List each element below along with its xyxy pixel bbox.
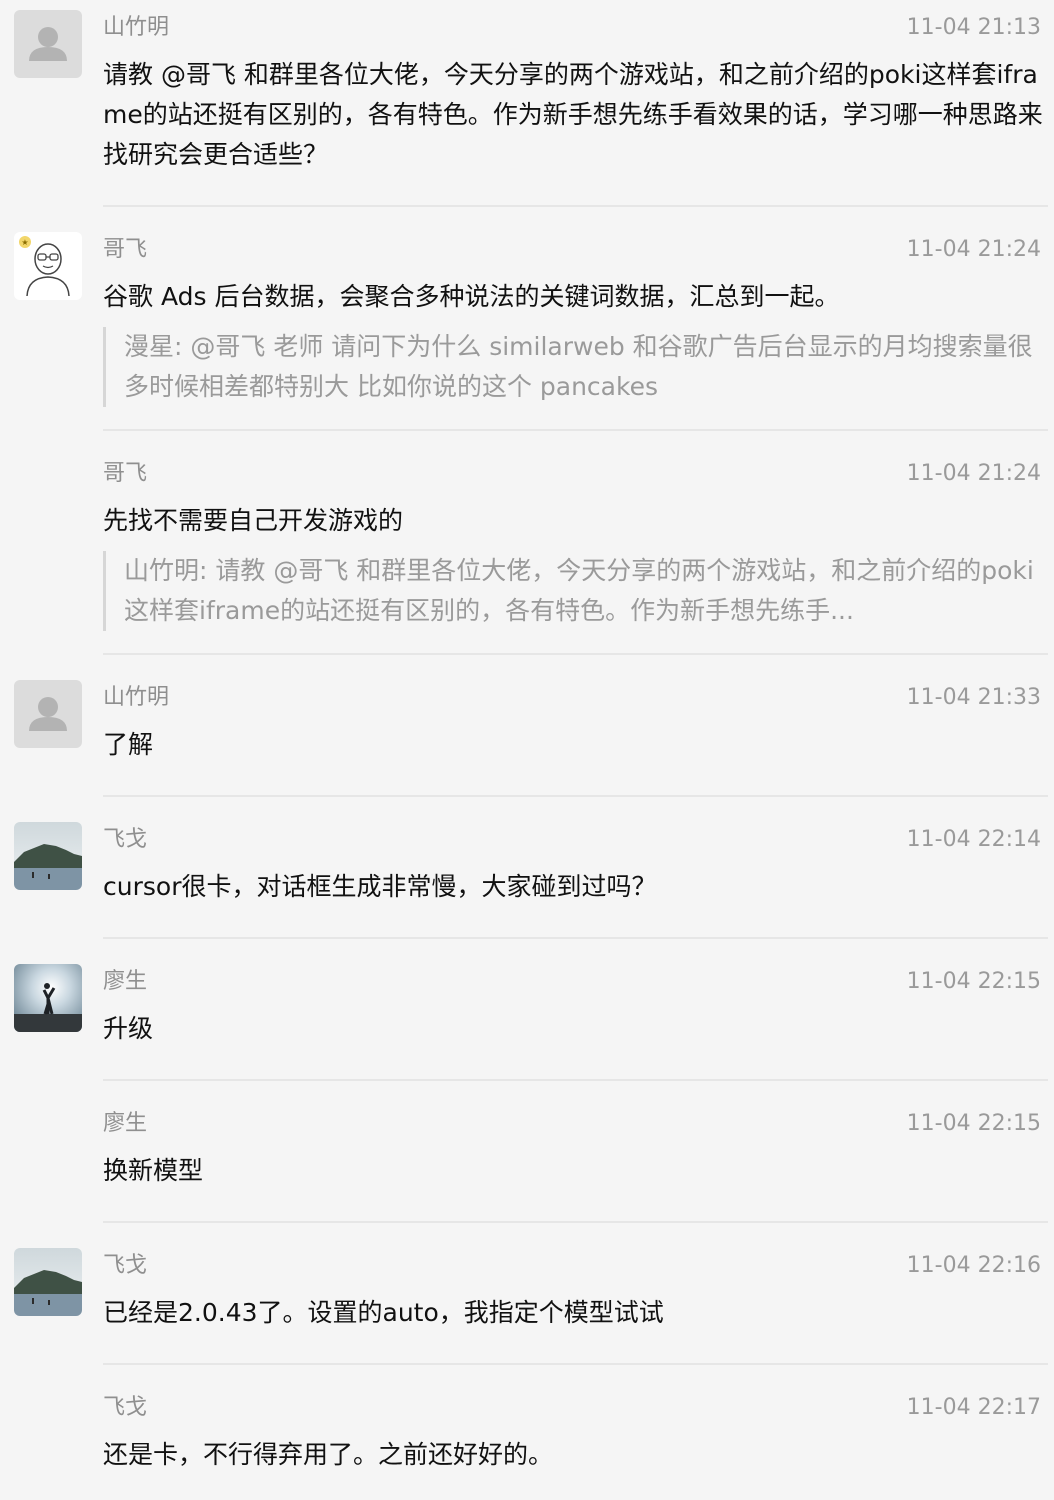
avatar-cartoon-icon[interactable]: ★: [14, 232, 82, 300]
message-sender: 飞戈: [103, 827, 148, 852]
message-divider: [103, 429, 1048, 431]
avatar-default-icon[interactable]: [14, 10, 82, 78]
message-time: 11-04 22:15: [906, 969, 1041, 994]
message-sender: 廖生: [103, 969, 148, 994]
message-time: 11-04 22:16: [906, 1253, 1041, 1278]
message-divider: [103, 937, 1048, 939]
message-text: 已经是2.0.43了。设置的auto，我指定个模型试试: [103, 1298, 664, 1327]
message-time: 11-04 21:13: [906, 15, 1041, 40]
message-time: 11-04 22:14: [906, 827, 1041, 852]
message-divider: [103, 205, 1048, 207]
message-sender: 廖生: [103, 1111, 148, 1136]
quoted-message[interactable]: 山竹明: 请教 @哥飞 和群里各位大佬，今天分享的两个游戏站，和之前介绍的pok…: [103, 551, 1046, 631]
message-divider: [103, 795, 1048, 797]
message-sender: 山竹明: [103, 685, 170, 710]
message-sender: 哥飞: [103, 237, 148, 262]
avatar-silhouette-icon[interactable]: [14, 964, 82, 1032]
avatar-default-icon[interactable]: [14, 680, 82, 748]
message-divider: [103, 653, 1048, 655]
message-sender: 飞戈: [103, 1253, 148, 1278]
message-text: 谷歌 Ads 后台数据，会聚合多种说法的关键词数据，汇总到一起。: [103, 282, 840, 311]
message-text: 请教 @哥飞 和群里各位大佬，今天分享的两个游戏站，和之前介绍的poki这样套i…: [103, 60, 1043, 169]
svg-text:★: ★: [21, 238, 28, 247]
message-time: 11-04 22:17: [906, 1395, 1041, 1420]
message-divider: [103, 1221, 1048, 1223]
message-time: 11-04 21:24: [906, 461, 1041, 486]
message-sender: 山竹明: [103, 15, 170, 40]
message-time: 11-04 21:33: [906, 685, 1041, 710]
message-divider: [103, 1363, 1048, 1365]
avatar-landscape-icon[interactable]: [14, 1248, 82, 1316]
message-text: 了解: [103, 730, 154, 759]
message-text: 升级: [103, 1014, 154, 1043]
quoted-message[interactable]: 漫星: @哥飞 老师 请问下为什么 similarweb 和谷歌广告后台显示的月…: [103, 327, 1046, 407]
message-text: 先找不需要自己开发游戏的: [103, 506, 404, 535]
message-sender: 飞戈: [103, 1395, 148, 1420]
message-time: 11-04 22:15: [906, 1111, 1041, 1136]
message-text: 换新模型: [103, 1156, 204, 1185]
avatar-landscape-icon[interactable]: [14, 822, 82, 890]
message-divider: [103, 1079, 1048, 1081]
message-time: 11-04 21:24: [906, 237, 1041, 262]
message-text: 还是卡，不行得弃用了。之前还好好的。: [103, 1440, 554, 1469]
message-text: cursor很卡，对话框生成非常慢，大家碰到过吗？: [103, 872, 657, 901]
chat-message-list: 山竹明 11-04 21:13 请教 @哥飞 和群里各位大佬，今天分享的两个游戏…: [0, 0, 1054, 1500]
message-sender: 哥飞: [103, 461, 148, 486]
quoted-message-text: 山竹明: 请教 @哥飞 和群里各位大佬，今天分享的两个游戏站，和之前介绍的pok…: [124, 556, 1034, 625]
